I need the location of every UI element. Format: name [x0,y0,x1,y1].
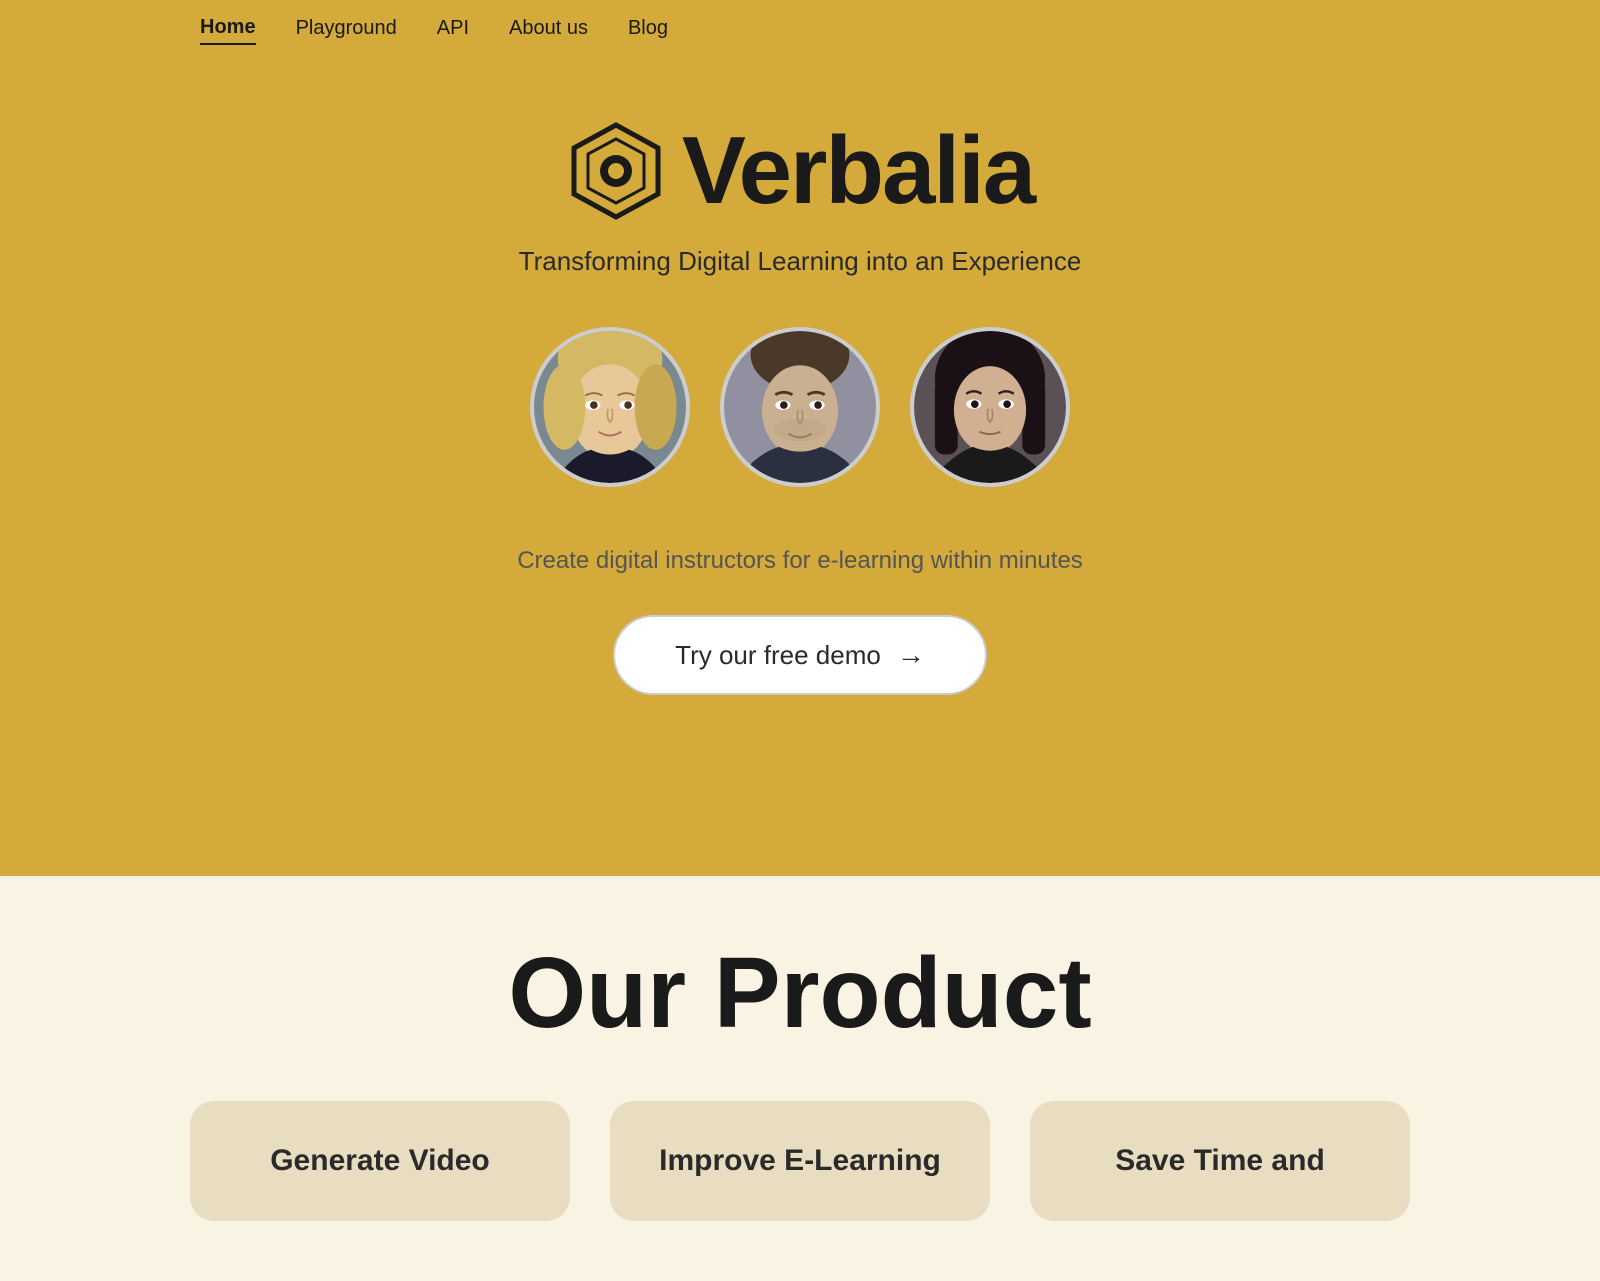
navigation: Home Playground API About us Blog [0,0,1600,56]
nav-playground[interactable]: Playground [296,13,397,44]
hero-tagline: Transforming Digital Learning into an Ex… [519,246,1082,277]
hero-subtitle: Create digital instructors for e-learnin… [517,547,1083,575]
product-card-1-label: Generate Video [270,1144,490,1178]
product-title: Our Product [100,936,1500,1051]
avatar-group [530,327,1070,487]
product-section: Our Product Generate Video Improve E-Lea… [0,876,1600,1281]
product-card-3-label: Save Time and [1115,1144,1325,1178]
nav-home[interactable]: Home [200,12,256,45]
avatar-1-image [534,327,686,487]
brand-name: Verbalia [682,116,1034,226]
demo-cta-label: Try our free demo [675,640,881,671]
arrow-icon: → [897,639,925,671]
product-card-3: Save Time and [1030,1101,1410,1221]
avatar-3 [910,327,1070,487]
nav-about[interactable]: About us [509,13,588,44]
avatar-2 [720,327,880,487]
verbalia-logo-icon [566,121,666,221]
product-card-2: Improve E-Learning [610,1101,990,1221]
avatar-2-image [724,327,876,487]
demo-cta-button[interactable]: Try our free demo → [613,615,987,695]
nav-api[interactable]: API [437,13,469,44]
avatar-1 [530,327,690,487]
product-card-2-label: Improve E-Learning [659,1144,941,1178]
product-cards-row: Generate Video Improve E-Learning Save T… [100,1101,1500,1221]
hero-section: Verbalia Transforming Digital Learning i… [0,56,1600,876]
logo-row: Verbalia [566,116,1034,226]
nav-blog[interactable]: Blog [628,13,668,44]
avatar-3-image [914,327,1066,487]
product-card-1: Generate Video [190,1101,570,1221]
